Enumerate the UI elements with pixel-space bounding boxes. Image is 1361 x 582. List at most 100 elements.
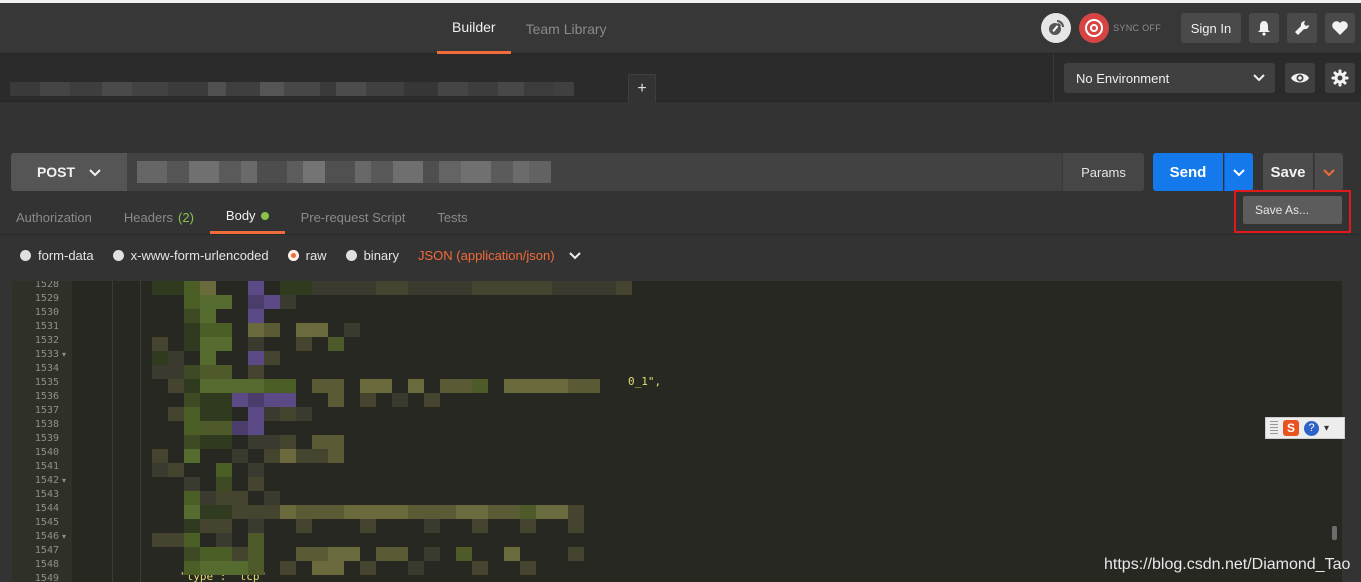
blurred-code-block: [520, 519, 536, 533]
watermark: https://blog.csdn.net/Diamond_Tao: [1104, 556, 1351, 573]
blurred-code-block: [152, 337, 168, 351]
fold-arrow-icon[interactable]: ▾: [62, 532, 66, 541]
tab-team-library[interactable]: Team Library: [511, 3, 622, 54]
radio-urlencoded[interactable]: [112, 249, 124, 261]
line-number: 1543: [34, 489, 59, 500]
sync-icon: [1079, 13, 1110, 43]
blurred-code-block: [248, 323, 264, 337]
tab-tests-label: Tests: [437, 209, 468, 225]
blurred-code-block: [152, 281, 184, 295]
request-subtabs: Authorization Headers (2) Body Pre-reques…: [0, 200, 484, 234]
blurred-code-block: [248, 295, 264, 309]
blurred-code-block: [264, 323, 280, 337]
line-number: 1545: [34, 517, 59, 528]
blurred-code-block: [200, 407, 232, 421]
blurred-code-block: [184, 379, 200, 393]
fold-arrow-icon[interactable]: ▾: [62, 350, 66, 359]
blurred-code-block: [312, 281, 376, 295]
new-tab-button[interactable]: +: [628, 74, 656, 102]
sign-in-button[interactable]: Sign In: [1181, 13, 1241, 43]
save-button[interactable]: Save: [1263, 153, 1313, 191]
option-urlencoded[interactable]: x-www-form-urlencoded: [112, 248, 269, 263]
blurred-code-block: [184, 295, 200, 309]
blurred-code-block: [296, 519, 312, 533]
indent-guide: [140, 281, 141, 582]
menu-arrow-icon[interactable]: ▾: [1324, 423, 1329, 434]
environment-selected: No Environment: [1076, 70, 1170, 86]
radio-form-data[interactable]: [20, 249, 31, 261]
bell-icon[interactable]: [1249, 13, 1279, 43]
line-number: 1532: [34, 335, 59, 346]
blurred-tab-name[interactable]: [10, 82, 574, 96]
line-number: 1542: [34, 475, 59, 486]
drag-handle-icon[interactable]: [1270, 421, 1278, 435]
sync-status[interactable]: SYNC OFF: [1079, 13, 1161, 43]
blurred-code-block: [344, 505, 408, 519]
heart-icon[interactable]: [1325, 13, 1355, 43]
blurred-code-block: [184, 407, 200, 421]
send-button[interactable]: Send: [1153, 153, 1223, 191]
line-number: 1546: [34, 531, 59, 542]
blurred-code-block: [184, 519, 200, 533]
tab-builder[interactable]: Builder: [437, 3, 511, 54]
blurred-code-block: [280, 561, 296, 575]
ime-toolbar[interactable]: S ? ▾: [1265, 417, 1345, 439]
url-input[interactable]: [127, 153, 1062, 191]
params-button[interactable]: Params: [1062, 153, 1144, 191]
tab-body[interactable]: Body: [209, 200, 285, 234]
tab-authorization[interactable]: Authorization: [0, 200, 108, 234]
option-binary[interactable]: binary: [345, 248, 399, 263]
blurred-code-block: [168, 351, 184, 365]
blurred-code-block: [312, 379, 344, 393]
line-number: 1547: [34, 545, 59, 556]
blurred-code-block: [312, 323, 328, 337]
environment-select[interactable]: No Environment: [1064, 63, 1275, 93]
blurred-code-block: [168, 407, 184, 421]
method-select[interactable]: POST: [11, 153, 127, 191]
editor-scrollbar[interactable]: [1332, 526, 1337, 540]
blurred-code-block: [200, 519, 232, 533]
sogou-icon[interactable]: S: [1283, 420, 1299, 436]
line-number: 1534: [34, 363, 59, 374]
fold-arrow-icon[interactable]: ▾: [62, 476, 66, 485]
send-dropdown-button[interactable]: [1224, 153, 1253, 191]
satellite-icon[interactable]: [1041, 13, 1072, 43]
option-raw[interactable]: raw: [287, 248, 327, 263]
blurred-code-block: [360, 519, 376, 533]
code-content[interactable]: 0_1", "type": "tcp": [72, 281, 1342, 582]
tab-headers[interactable]: Headers (2): [108, 200, 210, 234]
blurred-code-block: [200, 295, 232, 309]
blurred-code-block: [200, 547, 232, 561]
blurred-code-block: [296, 323, 312, 337]
save-dropdown-button[interactable]: [1314, 153, 1343, 191]
blurred-code-block: [328, 337, 344, 351]
chevron-down-icon: [1323, 169, 1335, 177]
blurred-code-block: [184, 435, 200, 449]
wrench-icon[interactable]: [1287, 13, 1317, 43]
radio-raw[interactable]: [287, 249, 299, 261]
blurred-code-block: [200, 309, 216, 323]
content-type-select[interactable]: JSON (application/json): [418, 248, 581, 263]
blurred-code-block: [328, 449, 344, 463]
gear-icon[interactable]: [1325, 63, 1355, 93]
blurred-code-block: [248, 365, 264, 379]
blurred-code-block: [200, 379, 264, 393]
main-nav: Builder Team Library: [437, 3, 622, 54]
line-number: 1538: [34, 419, 59, 430]
blurred-code-block: [248, 393, 264, 407]
eye-icon[interactable]: [1285, 63, 1315, 93]
blurred-code-block: [248, 435, 280, 449]
blurred-code-block: [328, 393, 344, 407]
blurred-code-block: [216, 477, 232, 491]
option-form-data[interactable]: form-data: [20, 248, 94, 263]
content-type-label: JSON (application/json): [418, 247, 555, 263]
blurred-code-block: [200, 323, 232, 337]
blurred-code-block: [184, 323, 200, 337]
tab-pre-request-script[interactable]: Pre-request Script: [285, 200, 422, 234]
tab-tests[interactable]: Tests: [421, 200, 483, 234]
help-icon[interactable]: ?: [1304, 420, 1319, 436]
save-as-menu-item[interactable]: Save As...: [1243, 196, 1342, 224]
radio-binary[interactable]: [345, 249, 357, 261]
blurred-code-block: [360, 393, 376, 407]
code-editor[interactable]: 1528 1529 1530 1531 1532 1533 ▾ 1534 1535 1536 153…: [12, 281, 1342, 582]
